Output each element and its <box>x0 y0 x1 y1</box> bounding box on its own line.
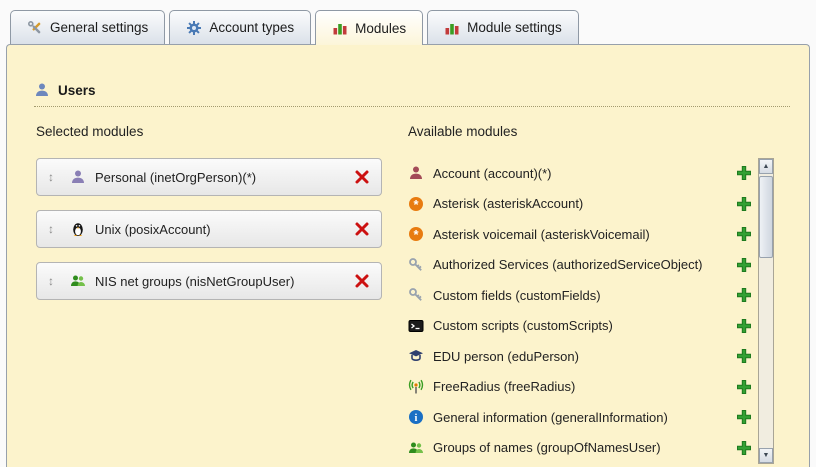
add-icon[interactable] <box>736 379 752 395</box>
tab-general-settings[interactable]: General settings <box>10 10 165 44</box>
available-module-row: EDU person (eduPerson) <box>408 341 752 372</box>
modules-chart-icon <box>332 20 348 36</box>
available-module-row: Authorized Services (authorizedServiceOb… <box>408 250 752 281</box>
terminal-icon <box>408 318 424 334</box>
available-module-label: EDU person (eduPerson) <box>433 349 579 364</box>
scrollbar-thumb[interactable] <box>759 176 773 258</box>
delete-icon[interactable] <box>354 273 370 289</box>
asterisk-icon: * <box>408 226 424 242</box>
tab-modules[interactable]: Modules <box>315 10 423 45</box>
add-icon[interactable] <box>736 165 752 181</box>
antenna-icon <box>408 379 424 395</box>
lam-configuration-page: General settings Account types Modules M… <box>0 0 816 467</box>
tab-bar: General settings Account types Modules M… <box>10 10 579 45</box>
selected-module-label: Unix (posixAccount) <box>95 222 211 237</box>
person-icon <box>70 169 86 185</box>
selected-modules-heading: Selected modules <box>36 124 143 139</box>
asterisk-icon: * <box>408 196 424 212</box>
available-module-label: FreeRadius (freeRadius) <box>433 379 575 394</box>
tab-label: Account types <box>209 20 294 35</box>
keys-icon <box>408 287 424 303</box>
available-modules-scrollbar[interactable]: ▲ ▼ <box>758 158 774 464</box>
selected-module-row[interactable]: ↕ Personal (inetOrgPerson)(*) <box>36 158 382 196</box>
users-section-heading: Users <box>34 82 790 107</box>
keys-icon <box>408 257 424 273</box>
delete-icon[interactable] <box>354 169 370 185</box>
available-module-row: * Asterisk (asteriskAccount) <box>408 189 752 220</box>
penguin-icon <box>70 221 86 237</box>
available-module-label: Asterisk (asteriskAccount) <box>433 196 583 211</box>
available-module-row: Custom scripts (customScripts) <box>408 311 752 342</box>
available-module-label: Asterisk voicemail (asteriskVoicemail) <box>433 227 650 242</box>
tab-label: Modules <box>355 21 406 36</box>
available-module-label: Custom scripts (customScripts) <box>433 318 613 333</box>
add-icon[interactable] <box>736 226 752 242</box>
tab-module-settings[interactable]: Module settings <box>427 10 579 44</box>
available-module-row: FreeRadius (freeRadius) <box>408 372 752 403</box>
selected-module-row[interactable]: ↕ NIS net groups (nisNetGroupUser) <box>36 262 382 300</box>
selected-modules-list: ↕ Personal (inetOrgPerson)(*) ↕ Unix (po… <box>36 158 382 314</box>
available-modules-list: Account (account)(*) * Asterisk (asteris… <box>408 158 752 463</box>
drag-handle-icon[interactable]: ↕ <box>48 170 54 184</box>
add-icon[interactable] <box>736 196 752 212</box>
person-icon <box>408 165 424 181</box>
selected-module-row[interactable]: ↕ Unix (posixAccount) <box>36 210 382 248</box>
add-icon[interactable] <box>736 257 752 273</box>
available-modules-heading: Available modules <box>408 124 517 139</box>
drag-handle-icon[interactable]: ↕ <box>48 274 54 288</box>
scroll-up-icon[interactable]: ▲ <box>759 159 773 174</box>
scrollbar-track[interactable] <box>759 174 773 448</box>
available-module-label: General information (generalInformation) <box>433 410 668 425</box>
available-module-row: * Asterisk voicemail (asteriskVoicemail) <box>408 219 752 250</box>
svg-text:i: i <box>415 413 418 424</box>
group-icon <box>70 273 86 289</box>
user-icon <box>34 82 50 98</box>
group-icon <box>408 440 424 456</box>
section-title: Users <box>58 83 96 98</box>
delete-icon[interactable] <box>354 221 370 237</box>
tab-account-types[interactable]: Account types <box>169 10 311 44</box>
gear-icon <box>186 20 202 36</box>
add-icon[interactable] <box>736 287 752 303</box>
add-icon[interactable] <box>736 318 752 334</box>
tab-label: General settings <box>50 20 148 35</box>
drag-handle-icon[interactable]: ↕ <box>48 222 54 236</box>
selected-module-label: NIS net groups (nisNetGroupUser) <box>95 274 294 289</box>
available-module-label: Custom fields (customFields) <box>433 288 601 303</box>
add-icon[interactable] <box>736 440 752 456</box>
available-module-row: Account (account)(*) <box>408 158 752 189</box>
tab-label: Module settings <box>467 20 562 35</box>
add-icon[interactable] <box>736 348 752 364</box>
tools-icon <box>27 20 43 36</box>
graduation-icon <box>408 348 424 364</box>
module-settings-chart-icon <box>444 20 460 36</box>
scroll-down-icon[interactable]: ▼ <box>759 448 773 463</box>
available-module-label: Groups of names (groupOfNamesUser) <box>433 440 661 455</box>
available-module-label: Authorized Services (authorizedServiceOb… <box>433 257 703 272</box>
selected-module-label: Personal (inetOrgPerson)(*) <box>95 170 256 185</box>
info-icon: i <box>408 409 424 425</box>
available-module-row: Custom fields (customFields) <box>408 280 752 311</box>
available-module-row: i General information (generalInformatio… <box>408 402 752 433</box>
available-module-label: Account (account)(*) <box>433 166 552 181</box>
available-module-row: Groups of names (groupOfNamesUser) <box>408 433 752 464</box>
add-icon[interactable] <box>736 409 752 425</box>
